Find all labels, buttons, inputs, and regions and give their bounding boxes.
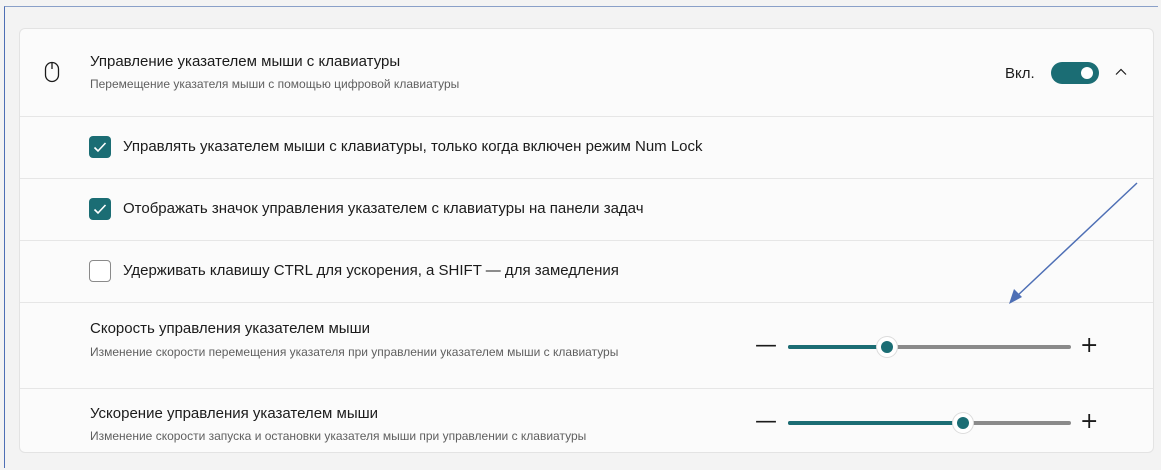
acceleration-slider-fill: [788, 421, 964, 425]
acceleration-slider[interactable]: [788, 413, 1071, 433]
ctrl-shift-label: Удерживать клавишу CTRL для ускорения, а…: [123, 262, 619, 279]
checkmark-icon: [93, 204, 107, 215]
mouse-keys-toggle[interactable]: [1051, 62, 1099, 84]
speed-plus-button[interactable]: +: [1080, 335, 1098, 357]
acceleration-slider-thumb[interactable]: [953, 413, 974, 433]
mouse-icon: [44, 61, 60, 83]
taskbar-icon-checkbox[interactable]: [89, 198, 111, 220]
speed-slider-fill: [788, 345, 888, 349]
acceleration-title: Ускорение управления указателем мыши: [90, 405, 379, 422]
speed-slider[interactable]: [788, 337, 1071, 357]
option-row-ctrl-shift[interactable]: Удерживать клавишу CTRL для ускорения, а…: [20, 240, 1153, 302]
num-lock-label: Управлять указателем мыши с клавиатуры, …: [123, 138, 703, 155]
section-subtitle: Перемещение указателя мыши с помощью циф…: [90, 77, 460, 91]
option-row-num-lock[interactable]: Управлять указателем мыши с клавиатуры, …: [20, 116, 1153, 178]
option-row-taskbar-icon[interactable]: Отображать значок управления указателем …: [20, 178, 1153, 240]
speed-slider-row: Скорость управления указателем мыши Изме…: [20, 302, 1153, 388]
taskbar-icon-label: Отображать значок управления указателем …: [123, 200, 644, 217]
toggle-knob: [1081, 67, 1093, 79]
mouse-keys-header[interactable]: Управление указателем мыши с клавиатуры …: [20, 29, 1153, 116]
acceleration-minus-button[interactable]: —: [755, 411, 777, 433]
checkmark-icon: [93, 142, 107, 153]
acceleration-slider-row: Ускорение управления указателем мыши Изм…: [20, 388, 1153, 452]
acceleration-subtitle: Изменение скорости запуска и остановки у…: [90, 429, 587, 443]
acceleration-plus-button[interactable]: +: [1080, 411, 1098, 433]
ctrl-shift-checkbox[interactable]: [89, 260, 111, 282]
speed-slider-thumb[interactable]: [877, 337, 898, 357]
speed-minus-button[interactable]: —: [755, 335, 777, 357]
toggle-state-label: Вкл.: [1005, 65, 1035, 82]
num-lock-checkbox[interactable]: [89, 136, 111, 158]
mouse-keys-settings-card: Управление указателем мыши с клавиатуры …: [19, 28, 1154, 453]
chevron-up-icon[interactable]: [1114, 65, 1128, 79]
speed-title: Скорость управления указателем мыши: [90, 320, 371, 337]
section-title: Управление указателем мыши с клавиатуры: [90, 53, 401, 70]
speed-subtitle: Изменение скорости перемещения указателя…: [90, 345, 619, 359]
